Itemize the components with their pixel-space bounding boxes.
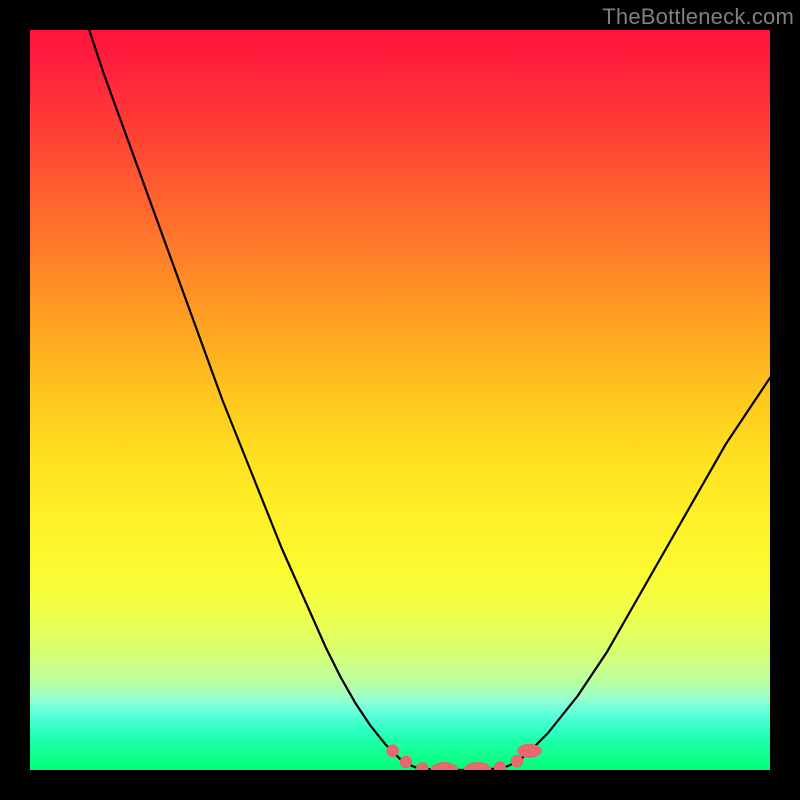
- watermark-text: TheBottleneck.com: [602, 4, 794, 30]
- data-marker: [494, 762, 506, 770]
- data-marker: [464, 762, 491, 770]
- chart-frame: TheBottleneck.com: [0, 0, 800, 800]
- bottleneck-curve: [89, 30, 770, 770]
- data-marker: [416, 763, 428, 770]
- data-marker: [431, 762, 458, 770]
- data-marker: [518, 744, 542, 757]
- data-marker: [511, 755, 523, 767]
- curve-layer: [30, 30, 770, 770]
- data-marker: [400, 756, 412, 768]
- plot-area: [30, 30, 770, 770]
- data-marker: [387, 745, 399, 757]
